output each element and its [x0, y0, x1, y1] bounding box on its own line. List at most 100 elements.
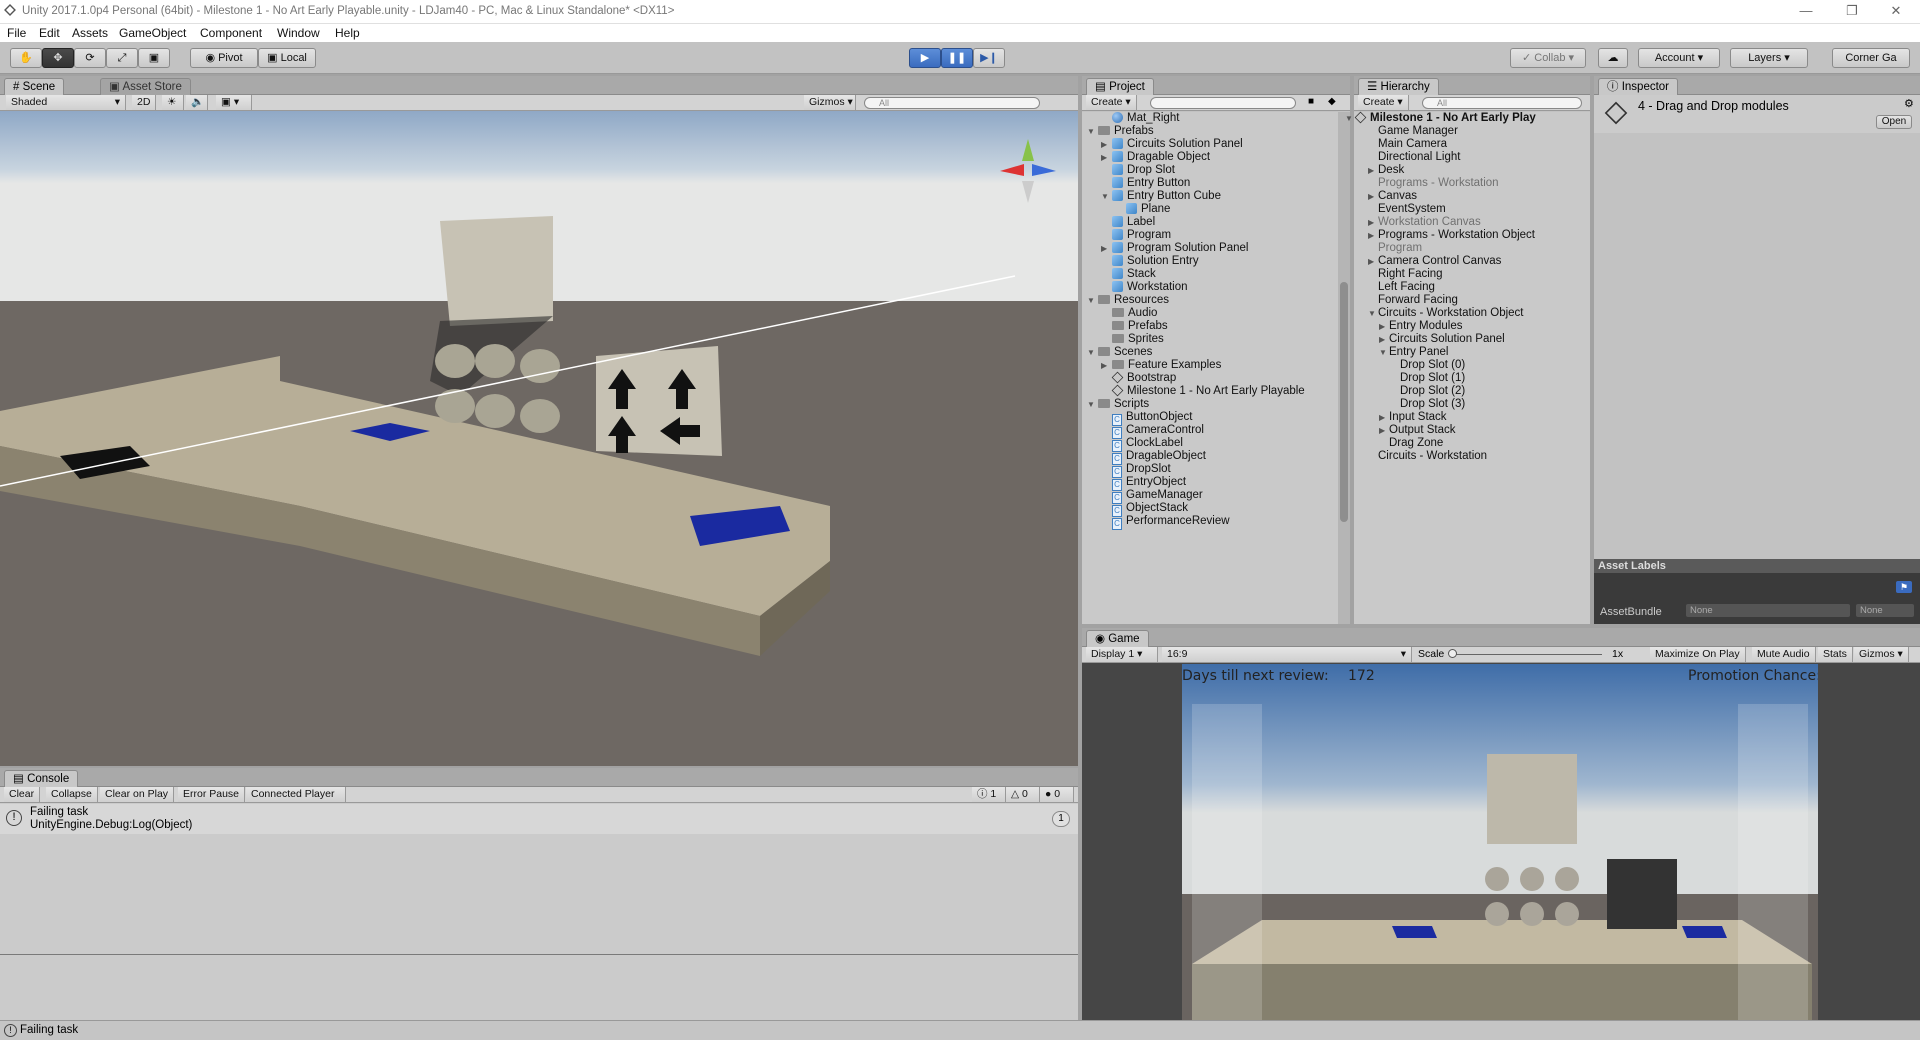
- project-item[interactable]: Scenes: [1098, 346, 1152, 359]
- hierarchy-create-dropdown[interactable]: Create ▾: [1358, 95, 1409, 110]
- project-item[interactable]: Entry Button: [1112, 177, 1190, 190]
- audio-toggle[interactable]: 🔈: [186, 95, 208, 110]
- collapse-button[interactable]: Collapse: [46, 787, 98, 802]
- asset-variant-dropdown[interactable]: None: [1856, 604, 1914, 617]
- hierarchy-item[interactable]: Directional Light: [1378, 151, 1460, 164]
- tag-icon[interactable]: ⚑: [1896, 581, 1912, 593]
- tab-asset-store[interactable]: ▣ Asset Store: [100, 78, 191, 95]
- hierarchy-item[interactable]: Drop Slot (0): [1400, 359, 1465, 372]
- expand-toggle-icon[interactable]: ▶: [1101, 140, 1107, 149]
- pivot-toggle[interactable]: ◉ Pivot: [190, 48, 258, 68]
- hierarchy-item[interactable]: Output Stack: [1389, 424, 1455, 437]
- open-button[interactable]: Open: [1876, 115, 1912, 129]
- hierarchy-item[interactable]: Main Camera: [1378, 138, 1447, 151]
- expand-toggle-icon[interactable]: ▶: [1379, 426, 1385, 435]
- gizmos-dropdown[interactable]: Gizmos ▾: [804, 95, 856, 110]
- expand-toggle-icon[interactable]: ▼: [1379, 348, 1387, 357]
- project-item[interactable]: Mat_Right: [1112, 112, 1179, 125]
- hierarchy-item[interactable]: Program: [1378, 242, 1422, 255]
- asset-bundle-dropdown[interactable]: None: [1686, 604, 1850, 617]
- hierarchy-item[interactable]: Camera Control Canvas: [1378, 255, 1501, 268]
- project-item[interactable]: Plane: [1126, 203, 1170, 216]
- tab-hierarchy[interactable]: ☰ Hierarchy: [1358, 78, 1439, 95]
- hierarchy-item[interactable]: Workstation Canvas: [1378, 216, 1481, 229]
- hierarchy-item[interactable]: Right Facing: [1378, 268, 1443, 281]
- aspect-dropdown[interactable]: 16:9 ▾: [1162, 647, 1412, 662]
- hierarchy-item[interactable]: Input Stack: [1389, 411, 1447, 424]
- expand-toggle-icon[interactable]: ▼: [1368, 309, 1376, 318]
- collab-button[interactable]: ✓ Collab ▾: [1510, 48, 1586, 68]
- project-item[interactable]: Entry Button Cube: [1112, 190, 1221, 203]
- expand-toggle-icon[interactable]: ▼: [1087, 400, 1095, 409]
- clear-on-play-button[interactable]: Clear on Play: [100, 787, 175, 802]
- project-item[interactable]: C PerformanceReview: [1112, 515, 1230, 530]
- hierarchy-item[interactable]: Desk: [1378, 164, 1404, 177]
- expand-toggle-icon[interactable]: ▶: [1368, 231, 1374, 240]
- hierarchy-item[interactable]: Drop Slot (2): [1400, 385, 1465, 398]
- play-button[interactable]: ▶: [909, 48, 941, 68]
- pause-button[interactable]: ❚❚: [941, 48, 973, 68]
- project-scroll-thumb[interactable]: [1340, 282, 1348, 522]
- filter-label-icon[interactable]: ◆: [1328, 96, 1336, 107]
- project-item[interactable]: Circuits Solution Panel: [1112, 138, 1243, 151]
- hierarchy-item[interactable]: Drop Slot (1): [1400, 372, 1465, 385]
- 2d-toggle[interactable]: 2D: [132, 95, 156, 110]
- project-item[interactable]: Sprites: [1112, 333, 1164, 346]
- shading-dropdown[interactable]: Shaded ▾: [6, 95, 126, 110]
- project-item[interactable]: Drop Slot: [1112, 164, 1175, 177]
- project-item[interactable]: Prefabs: [1112, 320, 1168, 333]
- project-item[interactable]: Workstation: [1112, 281, 1188, 294]
- close-button[interactable]: ✕: [1876, 3, 1916, 19]
- project-item[interactable]: Milestone 1 - No Art Early Playable: [1111, 384, 1305, 398]
- menu-gameobject[interactable]: GameObject: [119, 26, 186, 40]
- hierarchy-item[interactable]: Game Manager: [1378, 125, 1458, 138]
- expand-toggle-icon[interactable]: ▶: [1101, 361, 1107, 370]
- expand-toggle-icon[interactable]: ▶: [1368, 166, 1374, 175]
- hierarchy-item[interactable]: Circuits - Workstation: [1378, 450, 1487, 463]
- stats-toggle[interactable]: Stats: [1818, 647, 1853, 662]
- project-item[interactable]: Program: [1112, 229, 1171, 242]
- mute-audio-toggle[interactable]: Mute Audio: [1752, 647, 1816, 662]
- filter-type-icon[interactable]: ■: [1308, 96, 1314, 107]
- hierarchy-search-input[interactable]: All: [1422, 97, 1582, 109]
- project-item[interactable]: Program Solution Panel: [1112, 242, 1248, 255]
- gear-icon[interactable]: ⚙: [1904, 97, 1914, 110]
- tab-scene[interactable]: # Scene: [4, 78, 65, 95]
- scale-slider[interactable]: [1452, 654, 1602, 655]
- expand-toggle-icon[interactable]: ▶: [1379, 413, 1385, 422]
- project-item[interactable]: Audio: [1112, 307, 1157, 320]
- error-filter-toggle[interactable]: ● 0: [1040, 787, 1074, 802]
- menu-window[interactable]: Window: [277, 26, 320, 40]
- scene-search-input[interactable]: All: [864, 97, 1040, 109]
- rotate-tool-button[interactable]: ⟳: [74, 48, 106, 68]
- scale-tool-button[interactable]: ⤢: [106, 48, 138, 68]
- tab-project[interactable]: ▤ Project: [1086, 78, 1154, 95]
- tab-game[interactable]: ◉ Game: [1086, 630, 1149, 647]
- project-item[interactable]: Dragable Object: [1112, 151, 1210, 164]
- hierarchy-item[interactable]: Circuits Solution Panel: [1389, 333, 1505, 346]
- project-item[interactable]: Feature Examples: [1112, 359, 1221, 372]
- expand-toggle-icon[interactable]: ▼: [1087, 348, 1095, 357]
- console-entry[interactable]: ! Failing task UnityEngine.Debug:Log(Obj…: [0, 804, 1078, 834]
- hierarchy-item[interactable]: Canvas: [1378, 190, 1417, 203]
- expand-toggle-icon[interactable]: ▶: [1368, 218, 1374, 227]
- hierarchy-item[interactable]: Drop Slot (3): [1400, 398, 1465, 411]
- hierarchy-item[interactable]: Circuits - Workstation Object: [1378, 307, 1524, 320]
- hand-tool-button[interactable]: ✋: [10, 48, 42, 68]
- hierarchy-item[interactable]: Programs - Workstation: [1378, 177, 1499, 190]
- hierarchy-item[interactable]: Forward Facing: [1378, 294, 1458, 307]
- project-item[interactable]: Resources: [1098, 294, 1169, 307]
- game-viewport[interactable]: Days till next review: 172 Promotion Cha…: [1182, 664, 1818, 1020]
- camera-left-button[interactable]: [1192, 704, 1262, 1020]
- camera-right-button[interactable]: [1738, 704, 1808, 1020]
- project-item[interactable]: Label: [1112, 216, 1155, 229]
- clear-button[interactable]: Clear: [4, 787, 41, 802]
- project-item[interactable]: Scripts: [1098, 398, 1149, 411]
- display-dropdown[interactable]: Display 1 ▾: [1086, 647, 1158, 662]
- maximize-on-play-toggle[interactable]: Maximize On Play: [1650, 647, 1746, 662]
- error-pause-button[interactable]: Error Pause: [178, 787, 246, 802]
- menu-edit[interactable]: Edit: [39, 26, 60, 40]
- expand-toggle-icon[interactable]: ▶: [1101, 153, 1107, 162]
- hierarchy-item[interactable]: Drag Zone: [1389, 437, 1443, 450]
- tab-console[interactable]: ▤ Console: [4, 770, 79, 787]
